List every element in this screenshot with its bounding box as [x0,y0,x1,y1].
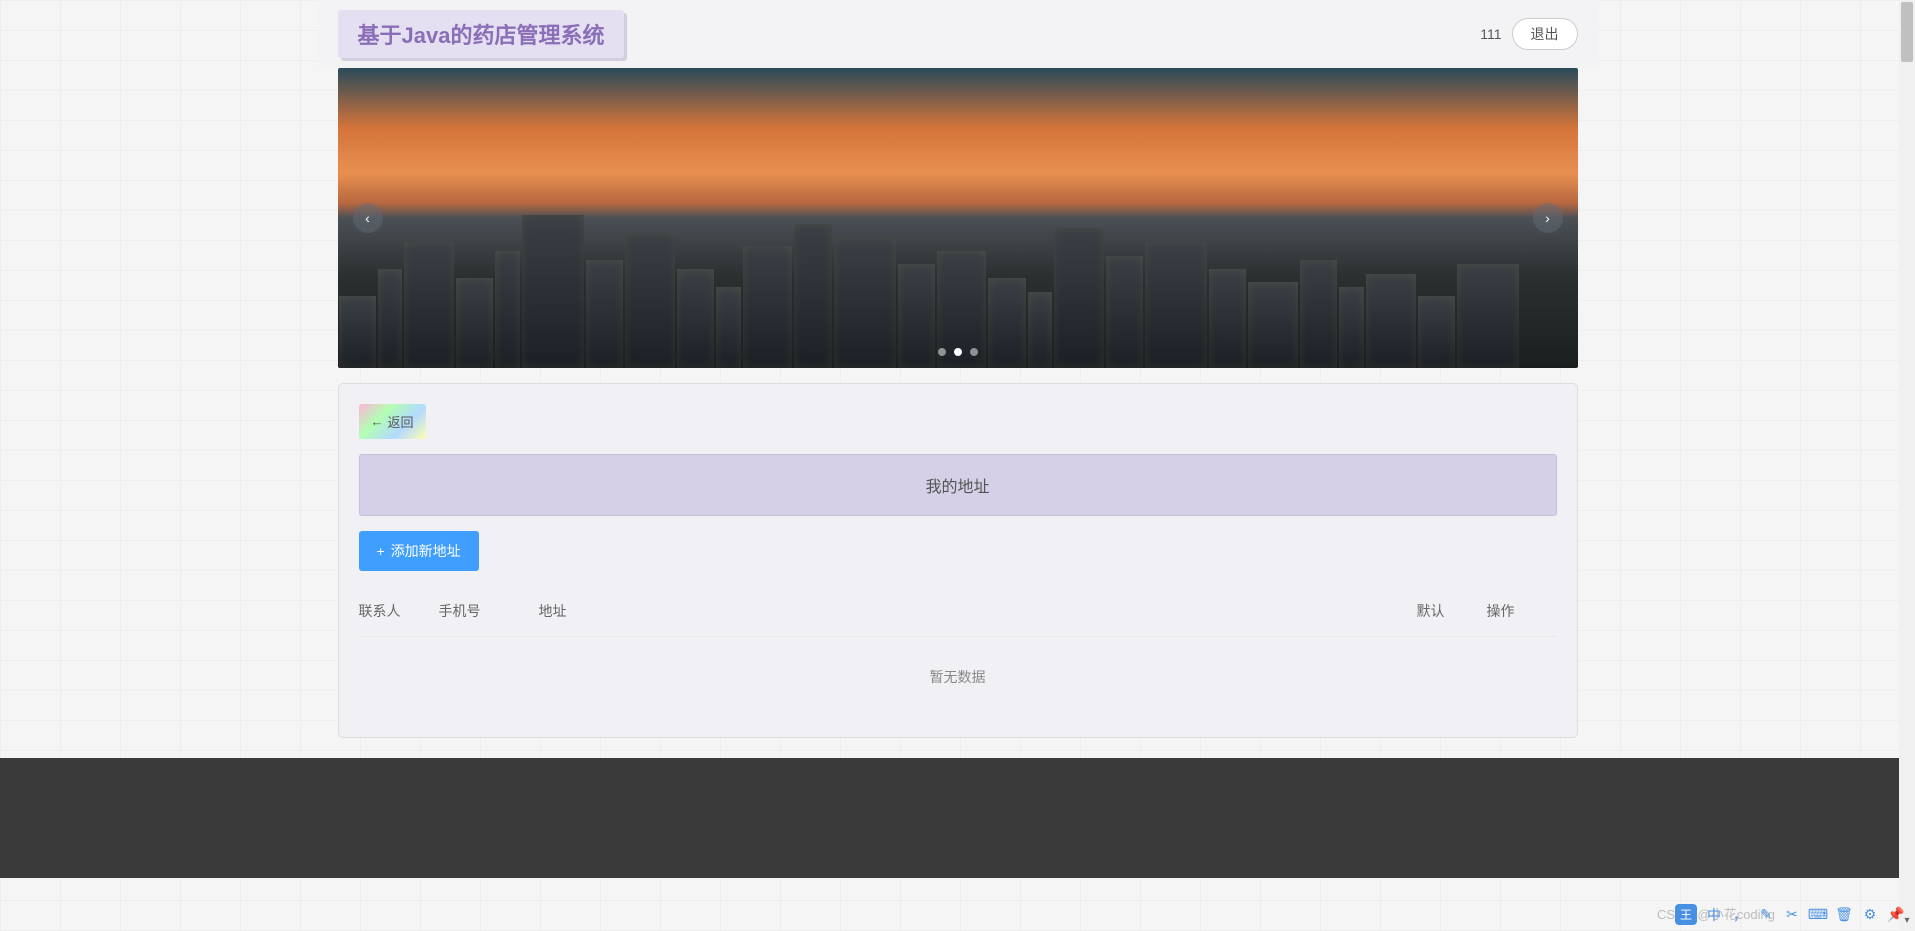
add-button-label: 添加新地址 [391,541,461,561]
content-card: ← 返回 我的地址 + 添加新地址 联系人 手机号 地址 默认 操作 暂无数据 [338,383,1578,738]
carousel-dots [938,348,978,356]
column-phone: 手机号 [439,601,539,621]
column-default: 默认 [1417,601,1487,621]
chevron-left-icon: ‹ [365,210,370,226]
add-address-button[interactable]: + 添加新地址 [359,531,479,571]
vertical-scrollbar[interactable]: ▴ ▾ [1899,0,1915,931]
logout-button[interactable]: 退出 [1512,18,1578,50]
table-header: 联系人 手机号 地址 默认 操作 [359,586,1557,637]
footer [0,758,1915,878]
carousel: ‹ › [338,68,1578,368]
trash-icon[interactable]: 🗑 [1835,906,1853,924]
main-container: ‹ › ← 返回 我的地址 + 添加新地址 联系人 手机号 地址 默认 操作 [318,68,1598,738]
carousel-prev-button[interactable]: ‹ [353,203,383,233]
column-contact: 联系人 [359,601,439,621]
back-button[interactable]: ← 返回 [359,404,426,439]
scroll-thumb[interactable] [1901,2,1913,62]
keyboard-icon[interactable]: ⌨ [1809,906,1827,924]
plus-icon: + [377,543,385,559]
system-taskbar: 王 中 ， ✎ ✂ ⌨ 🗑 ⚙ 📌 [1665,898,1915,931]
carousel-dot-0[interactable] [938,348,946,356]
ime-badge[interactable]: 王 [1675,904,1697,925]
app-title-box: 基于Java的药店管理系统 [338,10,625,58]
carousel-dot-1[interactable] [954,348,962,356]
pin-icon[interactable]: 📌 [1887,906,1905,924]
skyline-decoration [338,188,1578,368]
back-button-label: 返回 [388,412,414,431]
ime-mode[interactable]: 中 [1705,906,1723,924]
scissors-icon[interactable]: ✂ [1783,906,1801,924]
carousel-image [338,68,1578,368]
tool-icon[interactable]: ✎ [1757,906,1775,924]
app-title: 基于Java的药店管理系统 [358,23,605,48]
section-title: 我的地址 [359,454,1557,516]
carousel-dot-2[interactable] [970,348,978,356]
empty-state: 暂无数据 [359,637,1557,717]
arrow-left-icon: ← [371,414,384,429]
settings-icon[interactable]: ⚙ [1861,906,1879,924]
column-action: 操作 [1487,601,1557,621]
header-right: 111 退出 [1480,18,1577,50]
punctuation-icon[interactable]: ， [1731,906,1749,924]
chevron-right-icon: › [1545,210,1550,226]
carousel-next-button[interactable]: › [1533,203,1563,233]
header-bar: 基于Java的药店管理系统 111 退出 [318,0,1598,68]
column-address: 地址 [539,601,1417,621]
user-label: 111 [1480,26,1501,42]
